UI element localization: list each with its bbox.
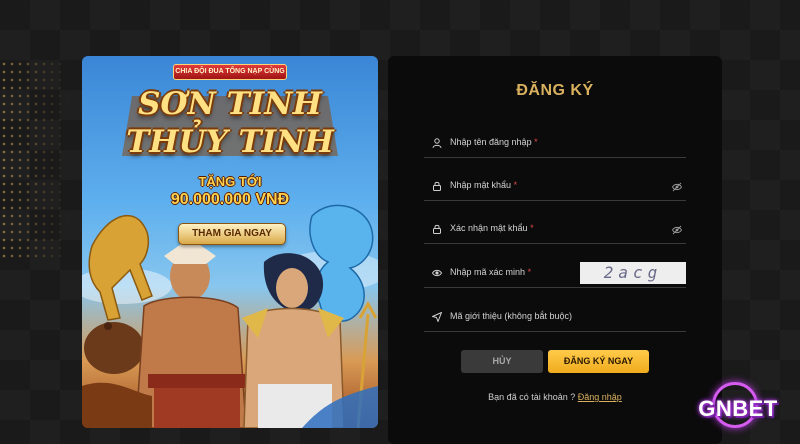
- captcha-placeholder: Nhập mã xác minh *: [450, 267, 532, 277]
- confirm-password-field[interactable]: Xác nhận mật khẩu *: [424, 216, 686, 244]
- promo-tag: CHIA ĐỘI ĐUA TỔNG NẠP CÙNG: [173, 64, 287, 80]
- login-link[interactable]: Đăng nhập: [578, 392, 622, 402]
- register-card: ĐĂNG KÝ Nhập tên đăng nhập * Nhập mật kh…: [388, 56, 722, 444]
- password-placeholder: Nhập mật khẩu *: [450, 180, 518, 190]
- eye-off-icon[interactable]: [672, 182, 682, 192]
- logo-text: GNBET: [698, 396, 778, 421]
- promo-banner[interactable]: CHIA ĐỘI ĐUA TỔNG NẠP CÙNG SƠN TINH THỦY…: [82, 56, 378, 428]
- username-placeholder: Nhập tên đăng nhập *: [450, 137, 538, 147]
- promo-title-line2: THỦY TINH: [126, 124, 334, 160]
- shield-eye-icon: [432, 269, 442, 277]
- referral-code-field[interactable]: Mã giới thiệu (không bắt buộc): [424, 304, 686, 332]
- gnbet-logo: GNBET: [684, 382, 792, 428]
- promo-title-line1: SƠN TINH: [138, 86, 322, 122]
- login-prompt: Bạn đã có tài khoản ? Đăng nhập: [488, 392, 622, 402]
- captcha-image[interactable]: 2acg: [580, 262, 686, 284]
- register-now-button[interactable]: ĐĂNG KÝ NGAY: [548, 350, 649, 373]
- promo-gift-label: TẶNG TỚI: [198, 174, 262, 189]
- join-now-button[interactable]: THAM GIA NGAY: [178, 223, 286, 245]
- register-title: ĐĂNG KÝ: [516, 82, 594, 99]
- gold-dot-pattern: [0, 60, 70, 260]
- user-icon: [432, 138, 442, 148]
- eye-off-icon[interactable]: [672, 225, 682, 235]
- lock-icon: [433, 181, 441, 191]
- referral-code-placeholder: Mã giới thiệu (không bắt buộc): [450, 311, 572, 321]
- confirm-password-placeholder: Xác nhận mật khẩu *: [450, 223, 534, 233]
- cancel-button[interactable]: HỦY: [461, 350, 543, 373]
- promo-amount: 90.000.000 VNĐ: [170, 191, 290, 208]
- username-field[interactable]: Nhập tên đăng nhập *: [424, 130, 686, 158]
- lock-icon: [433, 224, 441, 234]
- password-field[interactable]: Nhập mật khẩu *: [424, 173, 686, 201]
- captcha-field[interactable]: Nhập mã xác minh * 2acg: [424, 260, 686, 288]
- send-icon: [432, 312, 442, 322]
